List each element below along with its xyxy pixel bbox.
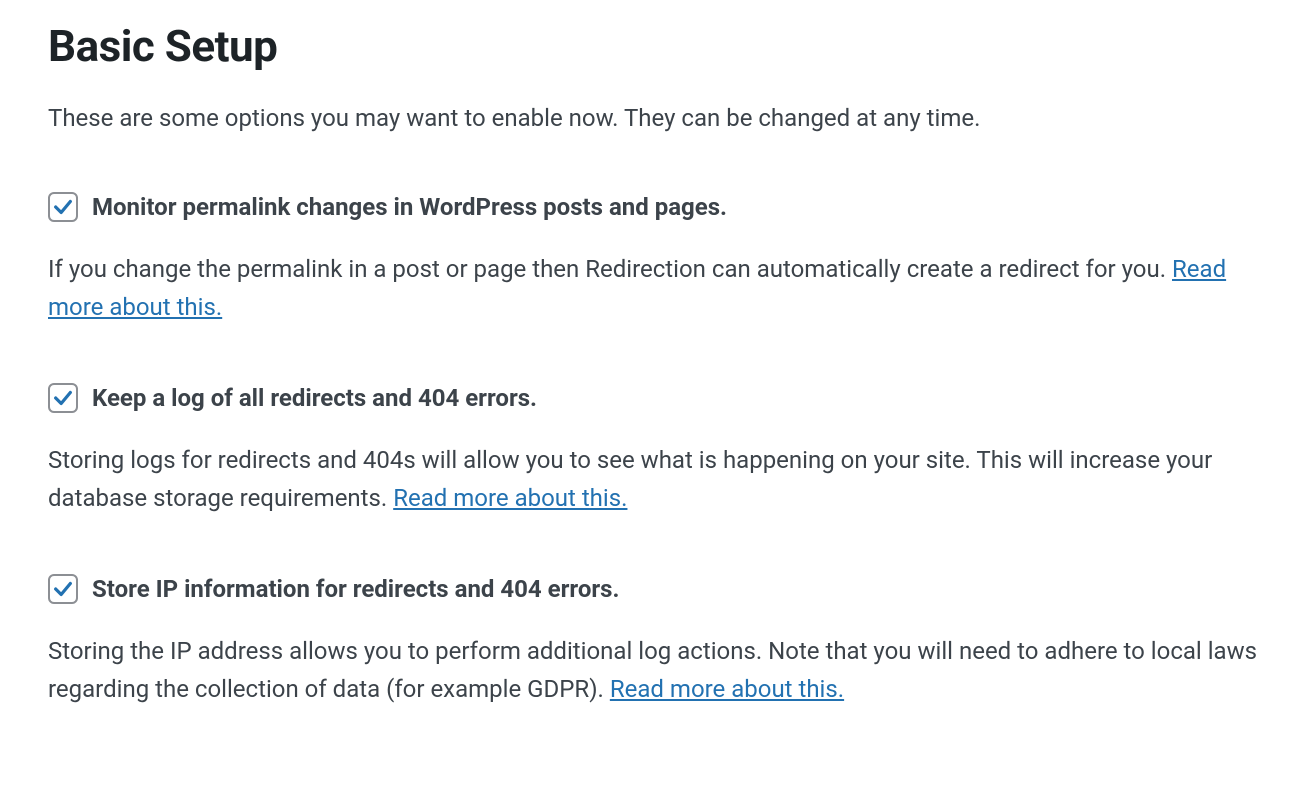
- checkbox-monitor-permalinks[interactable]: [48, 192, 78, 222]
- check-icon: [52, 387, 74, 409]
- page-title: Basic Setup: [48, 20, 1266, 72]
- option-monitor-permalinks: Monitor permalink changes in WordPress p…: [48, 192, 1266, 327]
- option-header: Store IP information for redirects and 4…: [48, 574, 1266, 604]
- option-label: Store IP information for redirects and 4…: [92, 575, 619, 603]
- option-desc-text: Storing logs for redirects and 404s will…: [48, 446, 1212, 512]
- option-header: Keep a log of all redirects and 404 erro…: [48, 383, 1266, 413]
- option-header: Monitor permalink changes in WordPress p…: [48, 192, 1266, 222]
- check-icon: [52, 578, 74, 600]
- option-store-ip: Store IP information for redirects and 4…: [48, 574, 1266, 709]
- check-icon: [52, 196, 74, 218]
- read-more-link[interactable]: Read more about this.: [610, 675, 844, 703]
- option-description: If you change the permalink in a post or…: [48, 250, 1266, 327]
- option-keep-log: Keep a log of all redirects and 404 erro…: [48, 383, 1266, 518]
- option-label: Keep a log of all redirects and 404 erro…: [92, 384, 537, 412]
- option-label: Monitor permalink changes in WordPress p…: [92, 193, 727, 221]
- intro-text: These are some options you may want to e…: [48, 100, 1266, 136]
- checkbox-store-ip[interactable]: [48, 574, 78, 604]
- read-more-link[interactable]: Read more about this.: [393, 484, 627, 512]
- option-description: Storing the IP address allows you to per…: [48, 632, 1266, 709]
- checkbox-keep-log[interactable]: [48, 383, 78, 413]
- option-description: Storing logs for redirects and 404s will…: [48, 441, 1266, 518]
- option-desc-text: If you change the permalink in a post or…: [48, 255, 1172, 283]
